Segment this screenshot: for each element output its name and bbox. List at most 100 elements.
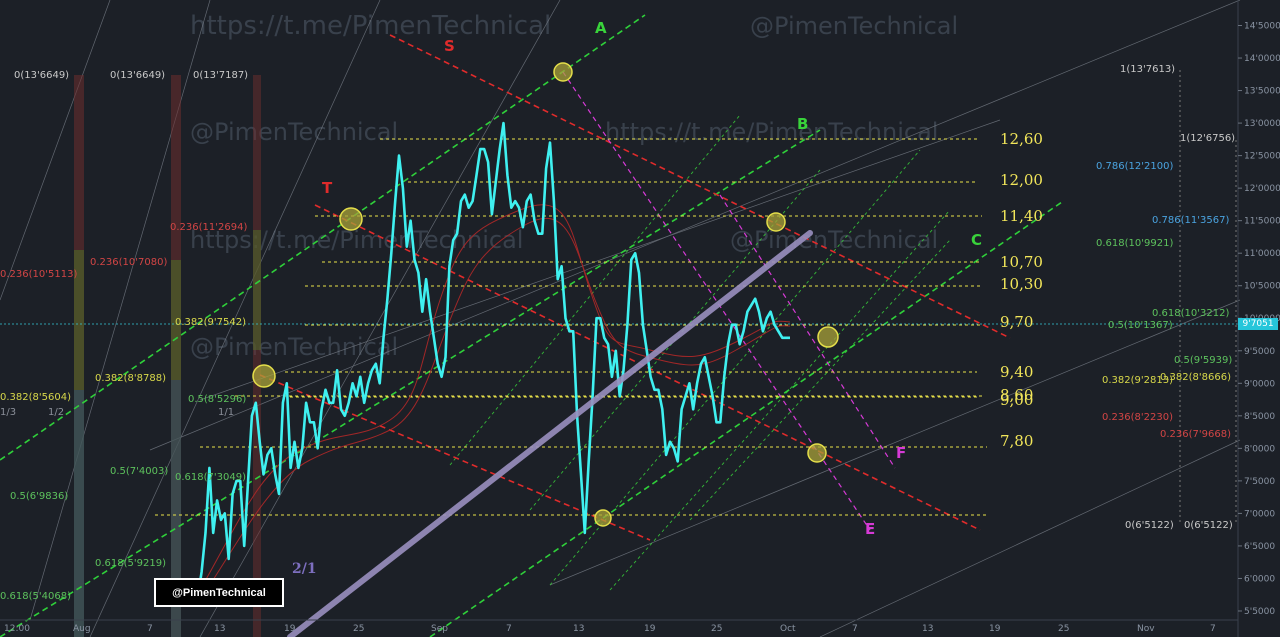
level-label: 10,70 [1000, 253, 1043, 271]
fib-label: 0.382(8'8666) [1160, 372, 1231, 383]
y-tick-label: 14'0000 [1244, 54, 1280, 64]
y-tick-label: 13'5000 [1244, 87, 1280, 97]
y-tick-label: 11'0000 [1244, 249, 1280, 259]
x-tick-label: Aug [73, 624, 91, 634]
watermark-handle: @PimenTechnical [730, 226, 938, 254]
fib-label: 0.382(9'7542) [175, 317, 246, 328]
y-tick-label: 8'0000 [1244, 444, 1275, 454]
fib-label: 1/1 [218, 407, 234, 418]
y-tick-label: 10'5000 [1244, 282, 1280, 292]
y-tick-label: 6'0000 [1244, 574, 1275, 584]
x-tick-label: 7 [506, 624, 512, 634]
fib-label: 0.236(10'7080) [90, 257, 167, 268]
x-tick-label: 13 [922, 624, 933, 634]
resistance-letter: S [444, 37, 455, 55]
fib-label: 1/2 [48, 407, 64, 418]
chart-stage: https://t.me/PimenTechnical @PimenTechni… [0, 0, 1280, 637]
projection-letter: E [865, 520, 875, 538]
y-tick-label: 13'0000 [1244, 119, 1280, 129]
x-tick-label: 25 [1058, 624, 1069, 634]
level-label: 8,60 [1000, 386, 1033, 404]
fib-label: 0.5(6'9836) [10, 491, 68, 502]
y-tick-label: 9'0000 [1244, 379, 1275, 389]
fib-label: 0.618(5'9219) [95, 558, 166, 569]
channel-letter: C [971, 231, 982, 249]
y-tick-label: 7'5000 [1244, 477, 1275, 487]
red-resistance [259, 34, 1011, 541]
y-tick-label: 12'0000 [1244, 184, 1280, 194]
fib-label: 0.236(8'2230) [1102, 412, 1173, 423]
watermark-url: https://t.me/PimenTechnical [605, 118, 938, 146]
pivot-marker [339, 207, 363, 231]
pivot-marker [817, 326, 839, 348]
y-tick-label: 6'5000 [1244, 542, 1275, 552]
level-label: 9,40 [1000, 363, 1033, 381]
fib-label: 0(13'6649) [110, 70, 165, 81]
x-tick-label: 19 [644, 624, 656, 634]
x-tick-label: 19 [989, 624, 1001, 634]
resistance-letter: T [322, 179, 333, 197]
main-trendline [287, 230, 813, 637]
watermark-handle: @PimenTechnical [190, 333, 398, 361]
x-axis: 12:00 Aug 7 13 19 25 Sep 7 13 19 25 Oct 7 13 19 25 Nov 7 [4, 624, 1216, 634]
level-label: 7,80 [1000, 432, 1033, 450]
watermark-url: https://t.me/PimenTechnical [190, 11, 551, 41]
fib-label: 0.382(8'8788) [95, 373, 166, 384]
fib-label: 0.618(7'3049) [175, 472, 246, 483]
fib-label: 1/3 [0, 407, 16, 418]
level-label: 10,30 [1000, 275, 1043, 293]
fib-label: 0(6'5122) [1184, 520, 1233, 531]
pivot-marker [553, 62, 573, 82]
current-price-tag: 9'7051 [1238, 318, 1278, 330]
fib-label: 1(13'7613) [1120, 64, 1175, 75]
channel-letter: B [797, 115, 808, 133]
green-channel [0, 14, 1063, 637]
fib-label: 0.618(10'3212) [1152, 308, 1229, 319]
x-tick-label: 7 [852, 624, 858, 634]
x-tick-label: 13 [573, 624, 584, 634]
x-tick-label: 7 [1210, 624, 1216, 634]
pivot-marker [766, 212, 786, 232]
x-tick-label: Sep [431, 624, 448, 634]
ratio-label: 2/1 [292, 561, 317, 577]
x-tick-label: 7 [147, 624, 153, 634]
fib-label: 0.5(8'5296) [188, 394, 246, 405]
y-tick-label: 12'5000 [1244, 152, 1280, 162]
fib-label: 0(6'5122) [1125, 520, 1174, 531]
y-tick-label: 9'5000 [1244, 347, 1275, 357]
watermark-handle: @PimenTechnical [750, 12, 958, 40]
price-series-line [188, 121, 790, 605]
x-tick-label: Oct [780, 624, 796, 634]
y-tick-label: 5'5000 [1244, 607, 1275, 617]
price-chart: https://t.me/PimenTechnical @PimenTechni… [0, 0, 1280, 637]
x-tick-label: 19 [284, 624, 296, 634]
fib-label: 0.5(7'4003) [110, 466, 168, 477]
pivot-marker [594, 509, 612, 527]
fib-label: 0.618(10'9921) [1096, 238, 1173, 249]
fib-label: 0.5(9'5939) [1174, 355, 1232, 366]
channel-letter: A [595, 19, 607, 37]
x-tick-label: 12:00 [4, 624, 30, 634]
fib-label: 0.618(5'4068) [0, 591, 71, 602]
projection-letter: F [896, 444, 906, 462]
level-label: 9,70 [1000, 313, 1033, 331]
watermark-handle: @PimenTechnical [190, 118, 398, 146]
x-tick-label: 25 [353, 624, 364, 634]
fib-label: 0(13'6649) [14, 70, 69, 81]
y-tick-label: 8'5000 [1244, 412, 1275, 422]
brand-label: @PimenTechnical [154, 578, 284, 607]
level-label: 12,00 [1000, 171, 1043, 189]
y-tick-label: 14'5000 [1244, 22, 1280, 32]
y-tick-label: 7'0000 [1244, 509, 1275, 519]
fib-label: 0.236(7'9668) [1160, 429, 1231, 440]
fib-label: 0.5(10'1367) [1108, 320, 1173, 331]
fib-label: 0.786(11'3567) [1152, 215, 1229, 226]
pivot-marker [807, 443, 827, 463]
y-tick-label: 11'5000 [1244, 217, 1280, 227]
fib-label: 0.382(8'5604) [0, 392, 71, 403]
x-tick-label: 25 [711, 624, 722, 634]
x-tick-label: Nov [1137, 624, 1155, 634]
fib-label: 0(13'7187) [193, 70, 248, 81]
pivot-marker [252, 364, 276, 388]
level-label: 12,60 [1000, 130, 1043, 148]
